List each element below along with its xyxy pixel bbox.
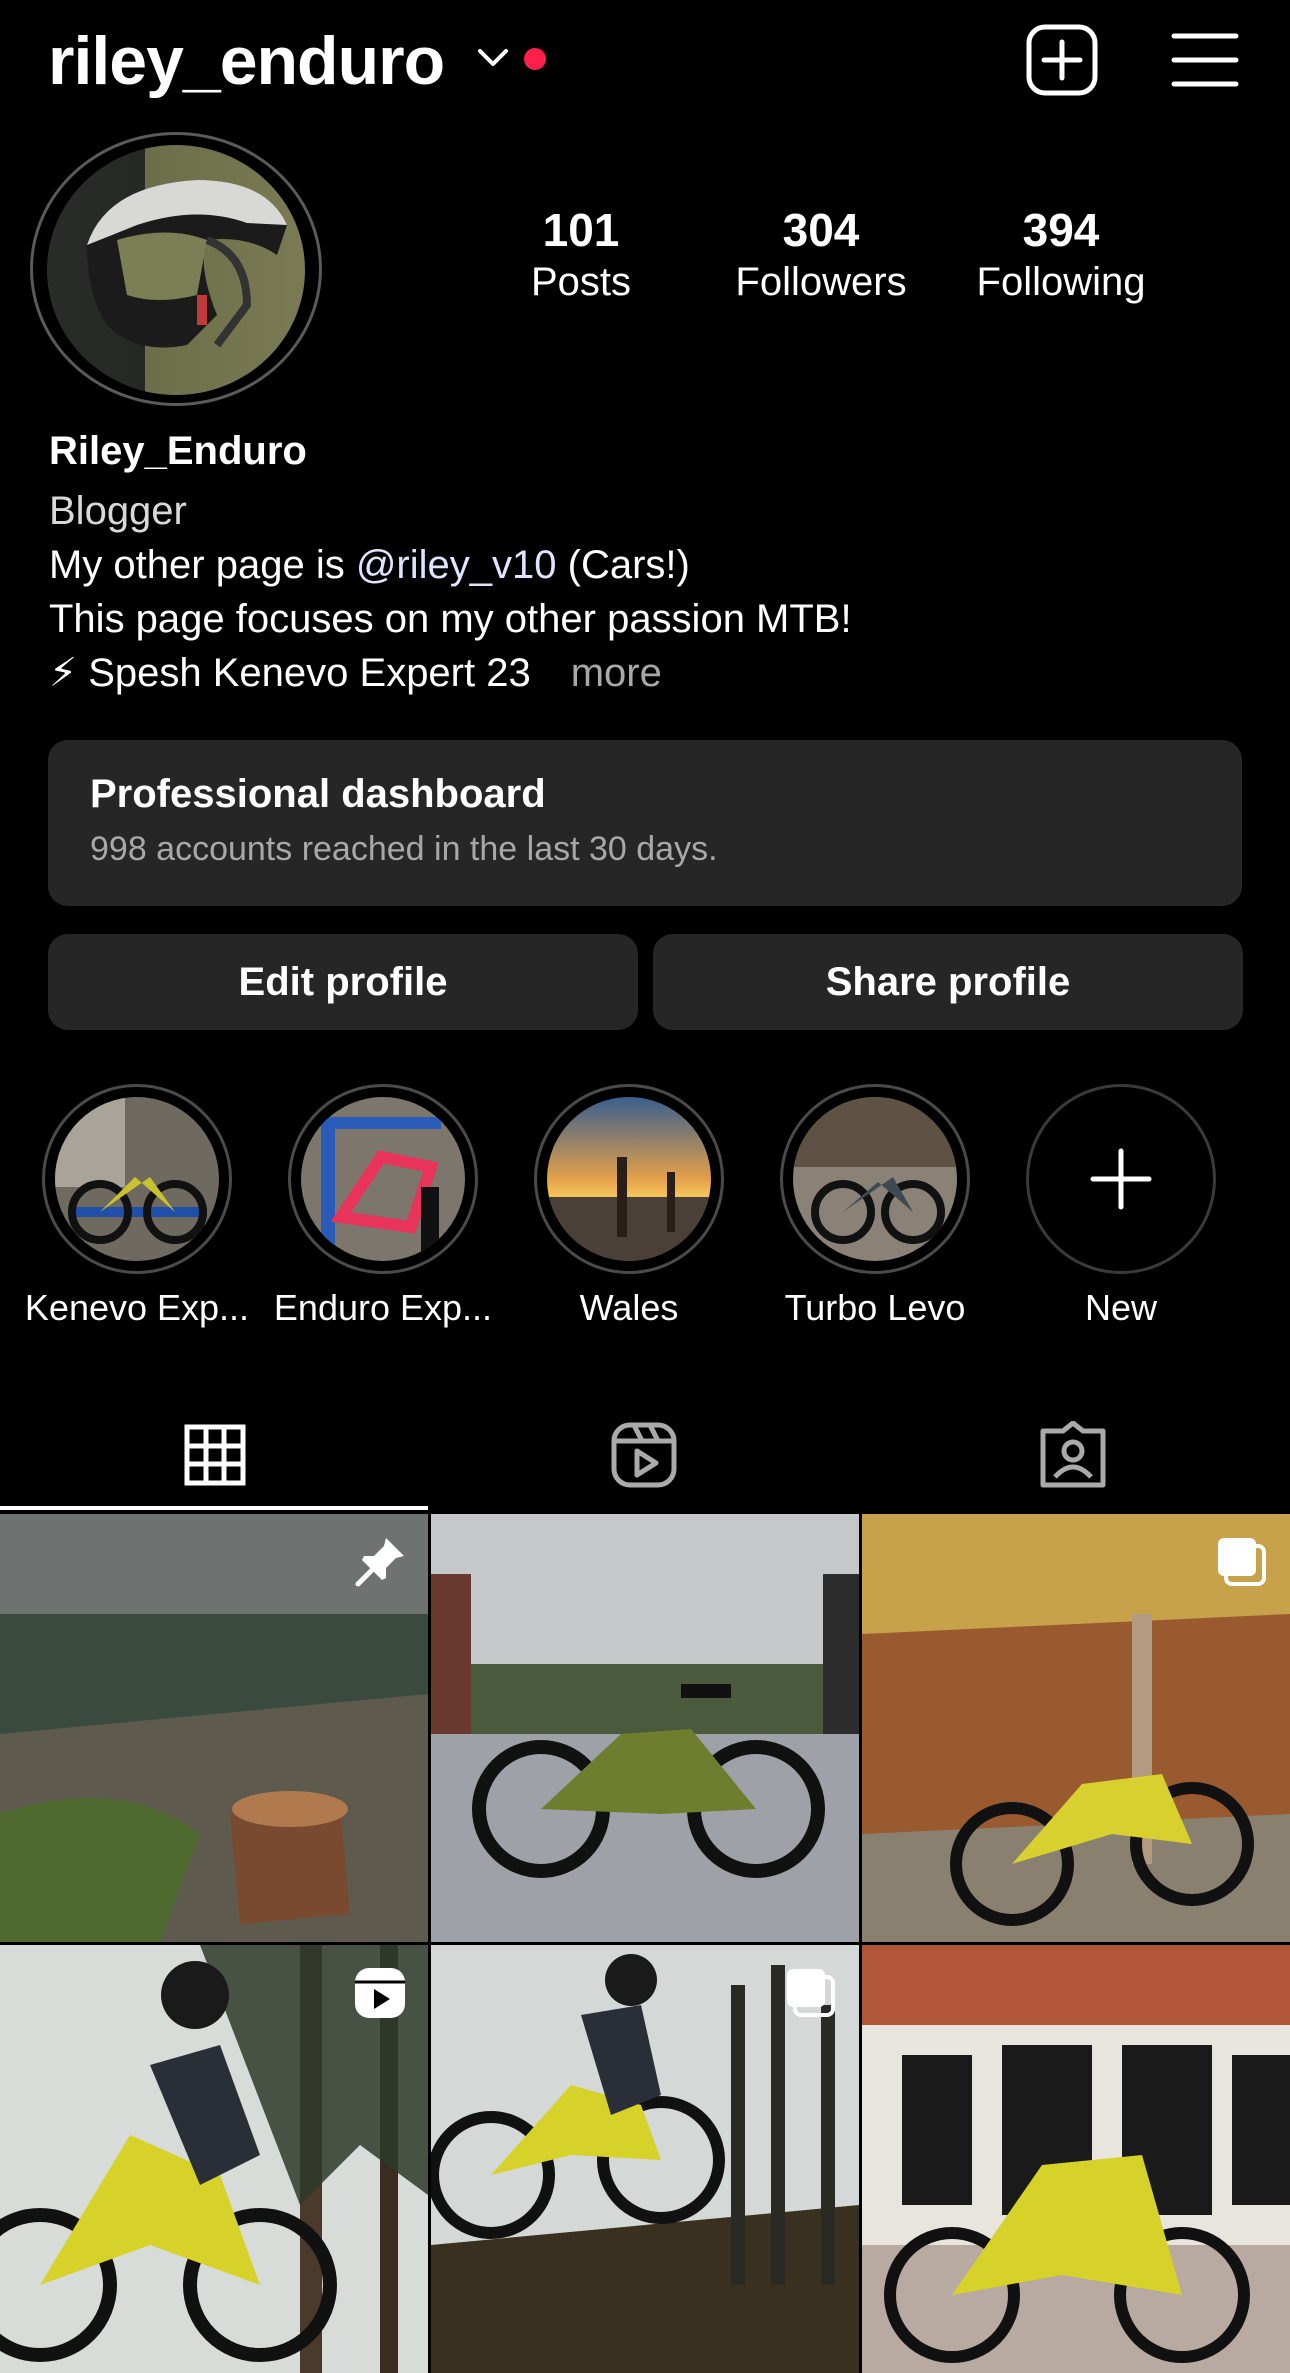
highlight-cover — [793, 1097, 957, 1261]
highlight-wales[interactable]: Wales — [506, 1084, 752, 1330]
plus-icon — [1090, 1148, 1152, 1210]
highlight-ring — [42, 1084, 232, 1274]
bio-mention-link[interactable]: @riley_v10 — [356, 543, 557, 587]
carousel-icon — [787, 1969, 835, 2017]
active-tab-indicator — [0, 1506, 428, 1510]
pin-icon — [355, 1538, 404, 1587]
carousel-icon — [1218, 1538, 1266, 1586]
bio-line-1: My other page is @riley_v10 (Cars!) — [49, 538, 690, 592]
post-tile[interactable] — [0, 1514, 428, 1942]
bio-line-1-prefix: My other page is — [49, 543, 356, 587]
highlight-ring — [288, 1084, 478, 1274]
new-highlight-ring — [1026, 1084, 1216, 1274]
dashboard-title: Professional dashboard — [90, 772, 546, 816]
notification-dot — [524, 48, 546, 70]
post-tile[interactable] — [431, 1514, 859, 1942]
highlight-cover — [301, 1097, 465, 1261]
bio-line-2: This page focuses on my other passion MT… — [49, 597, 852, 641]
highlight-label: Kenevo Exp... — [24, 1287, 250, 1328]
posts-stat[interactable]: 101 Posts — [481, 203, 681, 307]
post-tile[interactable] — [431, 1945, 859, 2373]
highlight-new[interactable]: New — [998, 1084, 1244, 1330]
followers-count: 304 — [782, 204, 860, 256]
posts-count: 101 — [542, 204, 620, 256]
tab-reels[interactable] — [429, 1400, 858, 1510]
profile-username[interactable]: riley_enduro — [48, 18, 445, 104]
bio-line-3: ⚡ Spesh Kenevo Expert 23 more — [49, 646, 662, 700]
highlight-label: Enduro Exp... — [273, 1287, 493, 1328]
highlight-enduro[interactable]: Enduro Exp... — [260, 1084, 506, 1330]
following-label: Following — [976, 260, 1146, 304]
reels-icon — [611, 1422, 676, 1488]
bio-display-name: Riley_Enduro — [49, 429, 307, 473]
edit-profile-button[interactable]: Edit profile — [48, 934, 638, 1030]
share-profile-button[interactable]: Share profile — [653, 934, 1243, 1030]
following-stat[interactable]: 394 Following — [961, 203, 1161, 307]
bio-more-link[interactable]: more — [571, 651, 662, 695]
bio-line-3-text: ⚡ Spesh Kenevo Expert 23 — [49, 651, 531, 695]
tab-posts-grid[interactable] — [0, 1400, 429, 1510]
professional-dashboard[interactable]: Professional dashboard 998 accounts reac… — [48, 740, 1242, 906]
post-tile[interactable] — [862, 1945, 1290, 2373]
profile-avatar[interactable] — [30, 132, 322, 406]
highlight-label: Turbo Levo — [784, 1287, 966, 1328]
helmet-image — [47, 145, 305, 395]
post-tile[interactable] — [0, 1945, 428, 2373]
highlight-label: New — [1084, 1287, 1158, 1328]
tab-tagged[interactable] — [858, 1400, 1287, 1510]
tagged-icon — [1040, 1421, 1105, 1488]
post-tile[interactable] — [862, 1514, 1290, 1942]
followers-label: Followers — [735, 260, 907, 304]
followers-stat[interactable]: 304 Followers — [721, 203, 921, 307]
bio-line-1-suffix: (Cars!) — [556, 543, 690, 587]
highlight-label: Wales — [579, 1287, 679, 1328]
highlight-kenevo[interactable]: Kenevo Exp... — [14, 1084, 260, 1330]
dashboard-subtitle: 998 accounts reached in the last 30 days… — [90, 830, 718, 868]
menu-icon[interactable] — [1166, 22, 1242, 98]
following-count: 394 — [1022, 204, 1100, 256]
new-post-icon[interactable] — [1024, 22, 1100, 98]
highlight-ring — [780, 1084, 970, 1274]
highlight-cover — [547, 1097, 711, 1261]
highlight-cover — [55, 1097, 219, 1261]
chevron-down-icon[interactable] — [476, 46, 510, 70]
reel-icon — [355, 1968, 405, 2018]
grid-icon — [184, 1424, 245, 1486]
highlight-turbo-levo[interactable]: Turbo Levo — [752, 1084, 998, 1330]
highlight-ring — [534, 1084, 724, 1274]
bio-category: Blogger — [49, 489, 187, 533]
posts-label: Posts — [530, 260, 632, 304]
